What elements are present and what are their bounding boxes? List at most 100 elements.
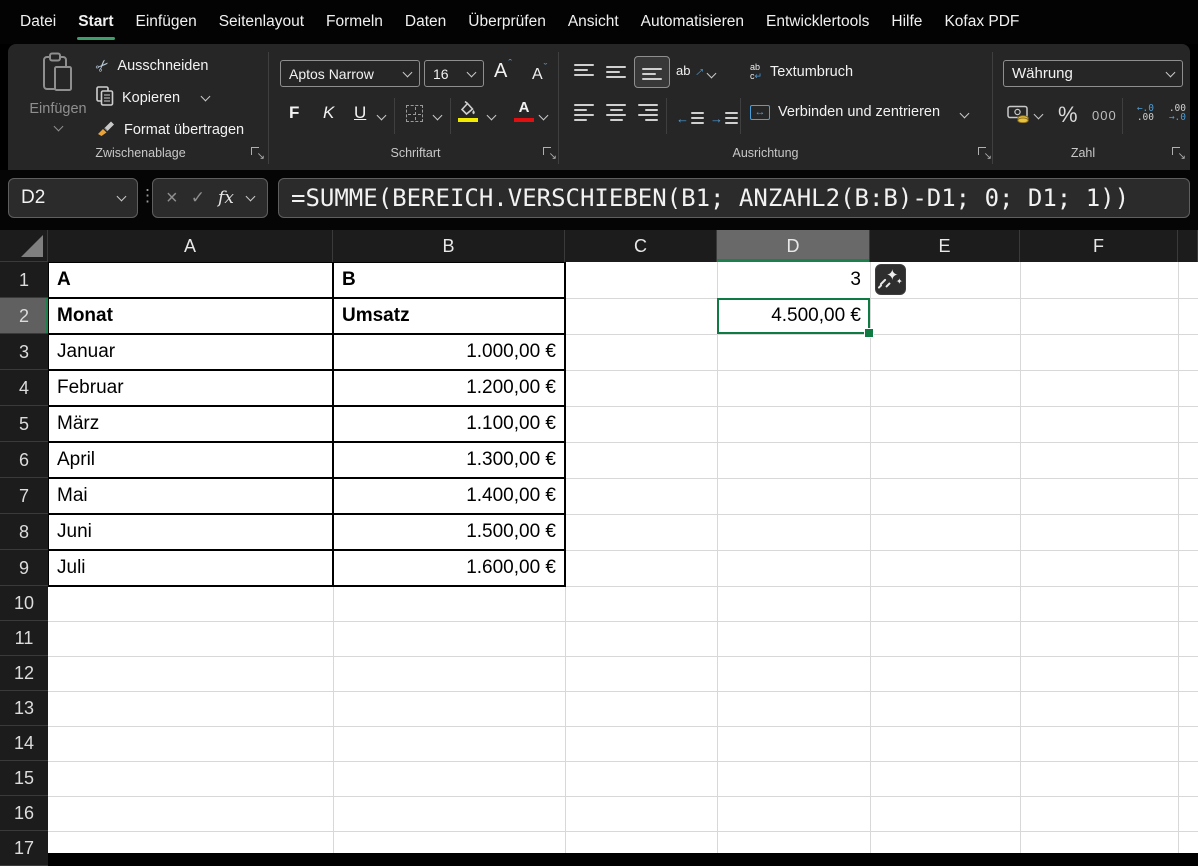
cell-D1[interactable]: 3 [717, 262, 870, 298]
fill-color-chevron-icon[interactable] [486, 110, 497, 121]
font-dialog-launcher[interactable] [543, 147, 557, 162]
increase-font-button[interactable]: Aˆ [494, 58, 512, 83]
paste-button[interactable]: Einfügen [24, 52, 92, 138]
tab-ansicht[interactable]: Ansicht [557, 0, 630, 44]
fill-handle[interactable] [864, 328, 874, 338]
select-all-button[interactable] [0, 230, 48, 262]
cell-B6[interactable]: 1.300,00 € [333, 442, 565, 478]
quick-analysis-button[interactable]: ✦ ✦ [875, 264, 906, 295]
tab-daten[interactable]: Daten [394, 0, 457, 44]
decrease-font-button[interactable]: Aˇ [532, 62, 547, 84]
row-header-14[interactable]: 14 [0, 726, 48, 761]
column-header-A[interactable]: A [48, 230, 333, 262]
font-name-select[interactable]: Aptos Narrow [280, 60, 420, 87]
column-header-B[interactable]: B [333, 230, 565, 262]
number-dialog-launcher[interactable] [1172, 147, 1186, 162]
insert-function-button[interactable]: fx [218, 188, 234, 208]
cell-A5[interactable]: März [48, 406, 333, 442]
row-header-4[interactable]: 4 [0, 370, 48, 406]
underline-chevron-icon[interactable] [376, 110, 387, 121]
merge-center-chevron-icon[interactable] [959, 108, 970, 119]
fill-color-button[interactable] [458, 100, 478, 123]
cell-A9[interactable]: Juli [48, 550, 333, 586]
cell-B5[interactable]: 1.100,00 € [333, 406, 565, 442]
align-middle-button[interactable] [604, 62, 628, 82]
align-left-button[interactable] [572, 102, 596, 122]
column-header-F[interactable]: F [1020, 230, 1178, 262]
increase-decimal-button[interactable]: ←.0.00 [1130, 104, 1154, 123]
row-header-2[interactable]: 2 [0, 298, 48, 334]
underline-button[interactable]: U [354, 103, 366, 123]
row-header-13[interactable]: 13 [0, 691, 48, 726]
number-format-select[interactable]: Währung [1003, 60, 1183, 87]
tab-seitenlayout[interactable]: Seitenlayout [208, 0, 315, 44]
row-header-11[interactable]: 11 [0, 621, 48, 656]
cell-B7[interactable]: 1.400,00 € [333, 478, 565, 514]
tab-kofax-pdf[interactable]: Kofax PDF [933, 0, 1030, 44]
cell-A4[interactable]: Februar [48, 370, 333, 406]
tab-start[interactable]: Start [67, 0, 124, 44]
row-header-15[interactable]: 15 [0, 761, 48, 796]
cell-B2[interactable]: Umsatz [333, 298, 565, 334]
tab-überprüfen[interactable]: Überprüfen [457, 0, 557, 44]
orientation-chevron-icon[interactable] [706, 68, 717, 79]
bold-button[interactable]: F [289, 103, 299, 123]
column-header-E[interactable]: E [870, 230, 1020, 262]
align-top-button[interactable] [572, 62, 596, 82]
orientation-button[interactable]: ab→ [676, 59, 709, 80]
tab-einfügen[interactable]: Einfügen [125, 0, 208, 44]
cell-A3[interactable]: Januar [48, 334, 333, 370]
borders-chevron-icon[interactable] [432, 110, 443, 121]
alignment-dialog-launcher[interactable] [978, 147, 992, 162]
increase-indent-button[interactable]: → [710, 106, 738, 130]
comma-style-button[interactable]: 000 [1092, 108, 1117, 123]
tab-hilfe[interactable]: Hilfe [880, 0, 933, 44]
row-header-16[interactable]: 16 [0, 796, 48, 831]
cell-B1[interactable]: B [333, 262, 565, 298]
cell-B8[interactable]: 1.500,00 € [333, 514, 565, 550]
font-color-chevron-icon[interactable] [538, 110, 549, 121]
cell-B3[interactable]: 1.000,00 € [333, 334, 565, 370]
tab-formeln[interactable]: Formeln [315, 0, 394, 44]
formula-input[interactable]: =SUMME(BEREICH.VERSCHIEBEN(B1; ANZAHL2(B… [278, 178, 1190, 218]
cell-A2[interactable]: Monat [48, 298, 333, 334]
enter-button[interactable]: ✓ [191, 188, 205, 208]
cell-A7[interactable]: Mai [48, 478, 333, 514]
row-header-8[interactable]: 8 [0, 514, 48, 550]
merge-center-button[interactable]: ↔ Verbinden und zentrieren [750, 100, 940, 124]
decrease-decimal-button[interactable]: .00 →.0 [1162, 104, 1186, 123]
percent-style-button[interactable]: % [1058, 102, 1078, 128]
cancel-button[interactable]: × [166, 187, 178, 210]
row-header-17[interactable]: 17 [0, 831, 48, 866]
column-header-C[interactable]: C [565, 230, 717, 262]
font-color-button[interactable]: A [514, 99, 534, 123]
cut-button[interactable]: ✂ Ausschneiden [92, 54, 208, 78]
column-header-D[interactable]: D [717, 230, 870, 262]
row-header-6[interactable]: 6 [0, 442, 48, 478]
italic-button[interactable]: K [323, 103, 334, 123]
cell-B4[interactable]: 1.200,00 € [333, 370, 565, 406]
tab-datei[interactable]: Datei [9, 0, 67, 44]
decrease-indent-button[interactable]: ← [676, 106, 704, 130]
borders-button[interactable] [406, 105, 423, 122]
cell-A1[interactable]: A [48, 262, 333, 298]
row-header-9[interactable]: 9 [0, 550, 48, 586]
row-header-12[interactable]: 12 [0, 656, 48, 691]
cell-A8[interactable]: Juni [48, 514, 333, 550]
align-right-button[interactable] [636, 102, 660, 122]
format-painter-button[interactable]: Format übertragen [96, 118, 244, 142]
fx-chevron-icon[interactable] [245, 191, 256, 202]
copy-button[interactable]: Kopieren [96, 86, 211, 110]
row-header-5[interactable]: 5 [0, 406, 48, 442]
name-box[interactable]: D2 [8, 178, 138, 218]
font-size-select[interactable]: 16 [424, 60, 484, 87]
cell-A6[interactable]: April [48, 442, 333, 478]
align-center-button[interactable] [604, 102, 628, 122]
row-header-3[interactable]: 3 [0, 334, 48, 370]
tab-entwicklertools[interactable]: Entwicklertools [755, 0, 880, 44]
wrap-text-button[interactable]: ab c↵ Textumbruch [750, 60, 853, 84]
tab-automatisieren[interactable]: Automatisieren [630, 0, 755, 44]
clipboard-dialog-launcher[interactable] [251, 147, 265, 162]
align-bottom-button[interactable] [634, 56, 670, 88]
row-header-10[interactable]: 10 [0, 586, 48, 621]
